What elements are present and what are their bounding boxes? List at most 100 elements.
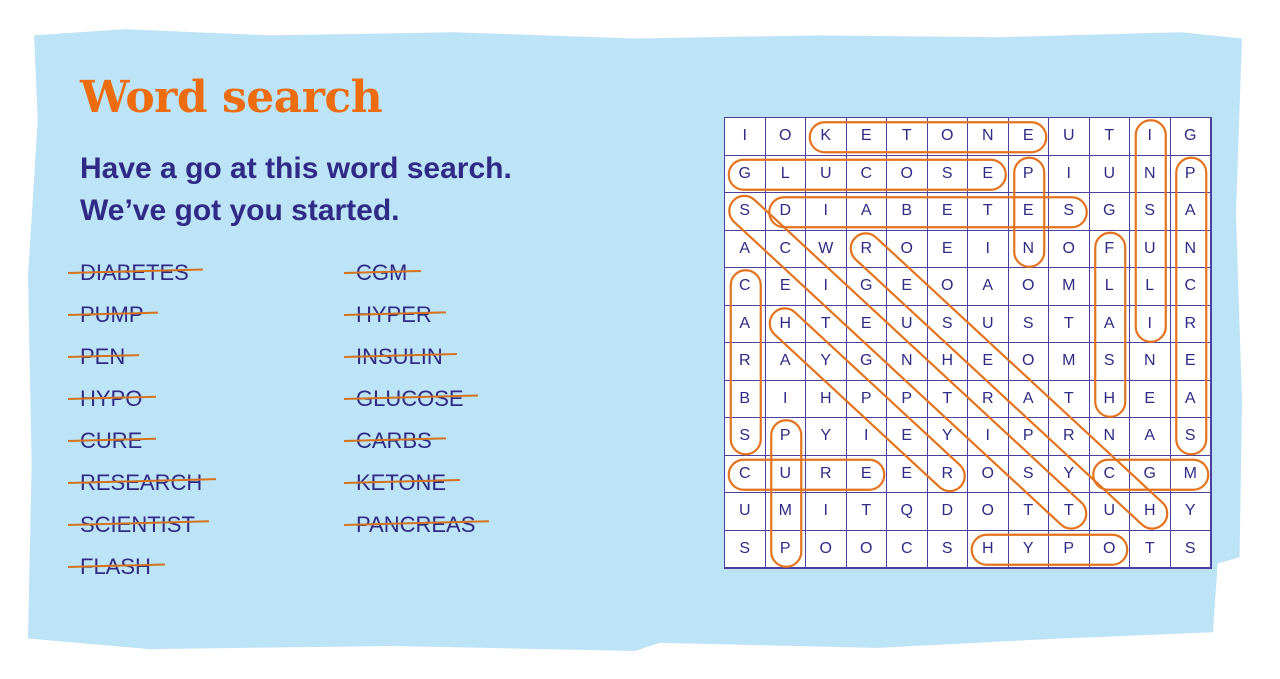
grid-cell[interactable]: C	[887, 530, 928, 568]
grid-cell[interactable]: S	[927, 530, 968, 568]
grid-cell[interactable]: Y	[927, 418, 968, 456]
grid-cell[interactable]: Y	[806, 418, 847, 456]
grid-cell[interactable]: E	[1170, 343, 1211, 381]
grid-cell[interactable]: T	[846, 493, 887, 531]
grid-cell[interactable]: C	[725, 455, 766, 493]
grid-cell[interactable]: P	[1008, 155, 1049, 193]
grid-cell[interactable]: P	[1008, 418, 1049, 456]
grid-cell[interactable]: U	[806, 155, 847, 193]
grid-cell[interactable]: G	[846, 343, 887, 381]
grid-cell[interactable]: I	[968, 230, 1009, 268]
grid-cell[interactable]: O	[1008, 268, 1049, 306]
grid-cell[interactable]: O	[927, 118, 968, 156]
grid-cell[interactable]: M	[1170, 455, 1211, 493]
grid-cell[interactable]: G	[846, 268, 887, 306]
grid-cell[interactable]: K	[806, 118, 847, 156]
grid-cell[interactable]: E	[887, 268, 928, 306]
grid-cell[interactable]: G	[1089, 193, 1130, 231]
grid-cell[interactable]: R	[927, 455, 968, 493]
grid-cell[interactable]: E	[846, 305, 887, 343]
grid-cell[interactable]: N	[887, 343, 928, 381]
grid-cell[interactable]: D	[927, 493, 968, 531]
grid-cell[interactable]: Y	[1170, 493, 1211, 531]
grid-cell[interactable]: N	[1130, 343, 1171, 381]
grid-cell[interactable]: O	[887, 230, 928, 268]
grid-cell[interactable]: A	[1170, 193, 1211, 231]
grid-cell[interactable]: T	[1089, 118, 1130, 156]
grid-cell[interactable]: T	[927, 380, 968, 418]
grid-cell[interactable]: S	[725, 530, 766, 568]
grid-cell[interactable]: A	[846, 193, 887, 231]
grid-cell[interactable]: W	[806, 230, 847, 268]
grid-cell[interactable]: Y	[1008, 530, 1049, 568]
grid-cell[interactable]: S	[1049, 193, 1090, 231]
grid-cell[interactable]: D	[765, 193, 806, 231]
grid-cell[interactable]: E	[1008, 118, 1049, 156]
grid-cell[interactable]: N	[1130, 155, 1171, 193]
grid-cell[interactable]: S	[927, 305, 968, 343]
grid-cell[interactable]: U	[968, 305, 1009, 343]
grid-cell[interactable]: R	[1170, 305, 1211, 343]
grid-cell[interactable]: S	[725, 193, 766, 231]
grid-cell[interactable]: E	[887, 418, 928, 456]
grid-cell[interactable]: I	[806, 493, 847, 531]
grid-cell[interactable]: R	[968, 380, 1009, 418]
grid-cell[interactable]: A	[1089, 305, 1130, 343]
grid-cell[interactable]: A	[765, 343, 806, 381]
grid-cell[interactable]: E	[927, 193, 968, 231]
grid-cell[interactable]: O	[887, 155, 928, 193]
grid-cell[interactable]: M	[1049, 268, 1090, 306]
grid-cell[interactable]: P	[1170, 155, 1211, 193]
grid-cell[interactable]: C	[846, 155, 887, 193]
grid-cell[interactable]: O	[968, 455, 1009, 493]
grid-cell[interactable]: S	[1008, 455, 1049, 493]
grid-cell[interactable]: I	[1049, 155, 1090, 193]
grid-cell[interactable]: L	[765, 155, 806, 193]
grid-cell[interactable]: E	[887, 455, 928, 493]
grid-cell[interactable]: T	[887, 118, 928, 156]
grid-cell[interactable]: F	[1089, 230, 1130, 268]
grid-cell[interactable]: O	[927, 268, 968, 306]
grid-cell[interactable]: T	[1008, 493, 1049, 531]
grid-cell[interactable]: T	[1130, 530, 1171, 568]
grid-cell[interactable]: S	[1008, 305, 1049, 343]
grid-cell[interactable]: I	[968, 418, 1009, 456]
grid-cell[interactable]: U	[1049, 118, 1090, 156]
grid-cell[interactable]: C	[725, 268, 766, 306]
grid-cell[interactable]: E	[846, 455, 887, 493]
grid-cell[interactable]: E	[927, 230, 968, 268]
grid-cell[interactable]: R	[846, 230, 887, 268]
grid-cell[interactable]: G	[725, 155, 766, 193]
grid-cell[interactable]: U	[1089, 155, 1130, 193]
grid-cell[interactable]: C	[765, 230, 806, 268]
grid-cell[interactable]: U	[1130, 230, 1171, 268]
grid-cell[interactable]: I	[1130, 305, 1171, 343]
grid-cell[interactable]: A	[1130, 418, 1171, 456]
grid-cell[interactable]: E	[765, 268, 806, 306]
grid-cell[interactable]: H	[968, 530, 1009, 568]
grid-cell[interactable]: R	[806, 455, 847, 493]
grid-cell[interactable]: O	[968, 493, 1009, 531]
grid-cell[interactable]: O	[765, 118, 806, 156]
grid-cell[interactable]: E	[968, 343, 1009, 381]
grid-cell[interactable]: Y	[1049, 455, 1090, 493]
grid-cell[interactable]: A	[1170, 380, 1211, 418]
grid-cell[interactable]: L	[1089, 268, 1130, 306]
grid-cell[interactable]: N	[1008, 230, 1049, 268]
grid-cell[interactable]: G	[1170, 118, 1211, 156]
grid-cell[interactable]: I	[846, 418, 887, 456]
grid-cell[interactable]: M	[765, 493, 806, 531]
grid-cell[interactable]: T	[1049, 493, 1090, 531]
grid-cell[interactable]: G	[1130, 455, 1171, 493]
grid-cell[interactable]: H	[927, 343, 968, 381]
grid-cell[interactable]: P	[765, 530, 806, 568]
grid-cell[interactable]: O	[846, 530, 887, 568]
grid-cell[interactable]: A	[968, 268, 1009, 306]
grid-cell[interactable]: I	[1130, 118, 1171, 156]
grid-cell[interactable]: C	[1089, 455, 1130, 493]
grid-cell[interactable]: U	[765, 455, 806, 493]
grid-cell[interactable]: S	[1170, 418, 1211, 456]
grid-cell[interactable]: S	[725, 418, 766, 456]
grid-cell[interactable]: C	[1170, 268, 1211, 306]
grid-cell[interactable]: P	[887, 380, 928, 418]
